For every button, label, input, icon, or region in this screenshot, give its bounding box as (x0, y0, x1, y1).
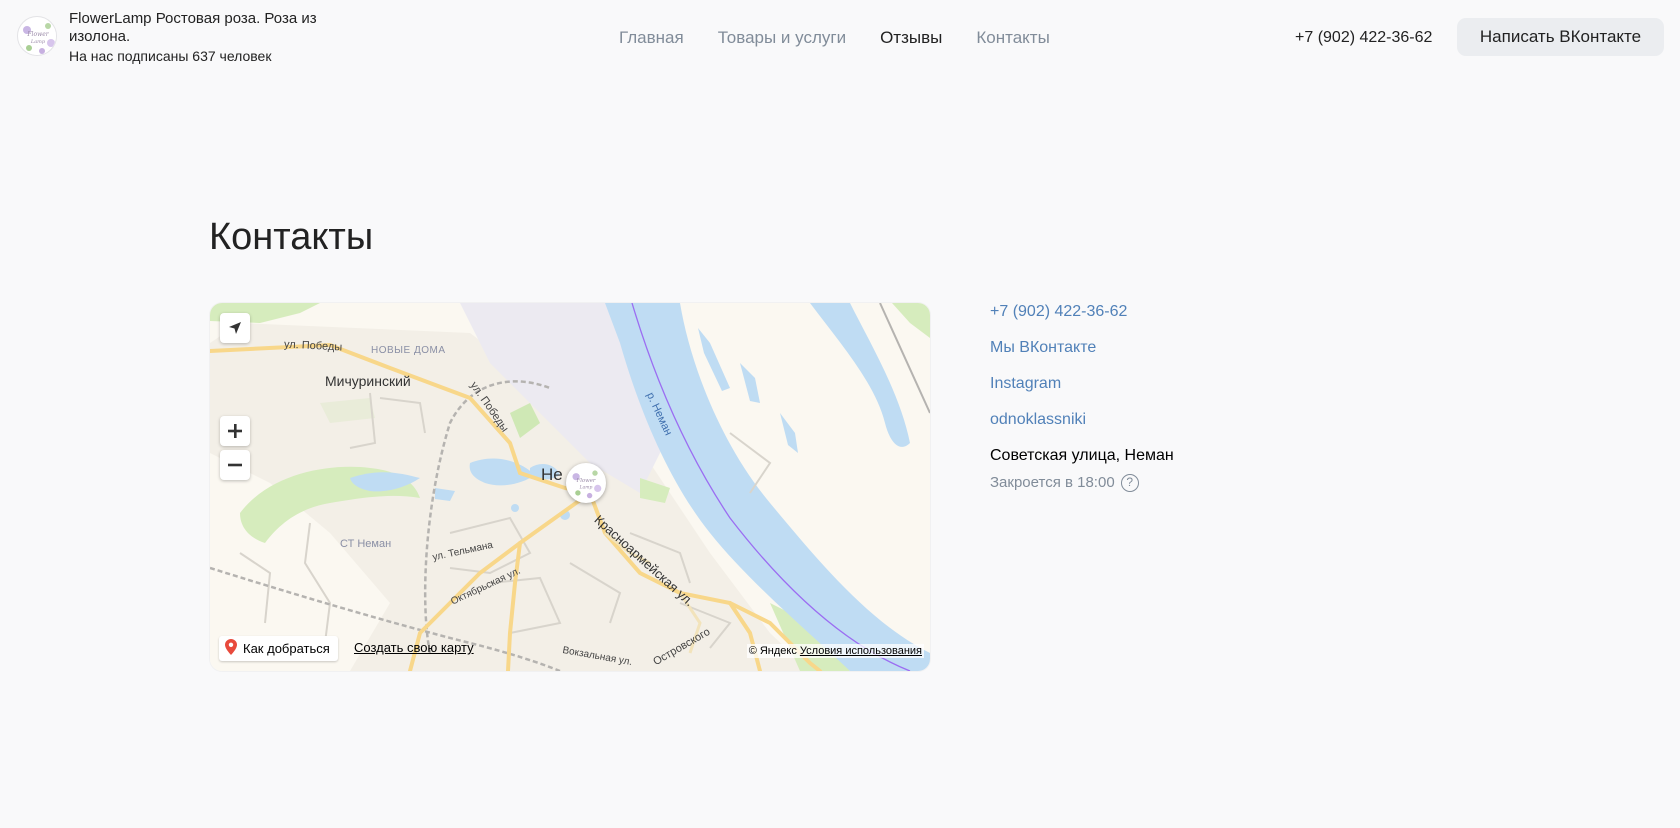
yandex-copyright: © Яндекс (748, 645, 797, 657)
map-label-city: Не (541, 465, 563, 484)
brand-block: FlowerLamp Ростовая роза. Роза из изолон… (69, 10, 369, 65)
create-map-link[interactable]: Создать свою карту (354, 640, 474, 655)
main-nav: Главная Товары и услуги Отзывы Контакты (619, 27, 1084, 49)
yandex-map[interactable]: ул. Победы НОВЫЕ ДОМА Мичуринский ул. По… (210, 303, 930, 671)
arrow-navigate-icon (227, 320, 243, 336)
svg-text:Flower: Flower (26, 31, 49, 38)
locate-button[interactable] (220, 313, 250, 343)
map-pin-icon (225, 639, 237, 658)
map-location-pin[interactable]: Flower Lamp (566, 463, 606, 503)
write-vk-button[interactable]: Написать ВКонтакте (1457, 18, 1664, 56)
zoom-out-button[interactable] (220, 450, 250, 480)
contact-phone-link[interactable]: +7 (902) 422-36-62 (990, 302, 1390, 322)
nav-item-products[interactable]: Товары и услуги (718, 27, 846, 49)
nav-item-home[interactable]: Главная (619, 27, 684, 49)
zoom-in-button[interactable] (220, 416, 250, 446)
contact-vk-link[interactable]: Мы ВКонтакте (990, 338, 1390, 358)
minus-icon (227, 457, 243, 473)
svg-text:Flower: Flower (575, 478, 595, 484)
contacts-panel: +7 (902) 422-36-62 Мы ВКонтакте Instagra… (990, 302, 1390, 493)
subscriber-count: На нас подписаны 637 человек (69, 48, 272, 64)
map-label-michurinsky: Мичуринский (325, 373, 411, 389)
header-phone[interactable]: +7 (902) 422-36-62 (1295, 28, 1432, 48)
nav-item-contacts[interactable]: Контакты (976, 27, 1049, 49)
route-label: Как добраться (243, 641, 330, 656)
contact-instagram-link[interactable]: Instagram (990, 374, 1390, 394)
svg-text:Lamp: Lamp (579, 484, 593, 490)
svg-text:Lamp: Lamp (30, 39, 46, 45)
contact-ok-link[interactable]: odnoklassniki (990, 410, 1390, 430)
terms-link[interactable]: Условия использования (800, 645, 922, 657)
plus-icon (227, 423, 243, 439)
brand-name[interactable]: FlowerLamp Ростовая роза. Роза из изолон… (69, 10, 369, 46)
question-circle-icon[interactable]: ? (1120, 474, 1139, 492)
opening-hours: Закроется в 18:00 ? (990, 473, 1390, 493)
contact-address: Советская улица, Неман (990, 447, 1174, 464)
nav-item-reviews[interactable]: Отзывы (880, 27, 942, 49)
map-copyright: © Яндекс Условия использования (746, 644, 924, 658)
site-header: Flower Lamp FlowerLamp Ростовая роза. Ро… (0, 0, 1680, 76)
map-label-new-district: НОВЫЕ ДОМА (371, 345, 446, 356)
map-label-st-neman: СТ Неман (340, 538, 392, 550)
route-button[interactable]: Как добраться (219, 636, 338, 661)
hours-text: Закроется в 18:00 (990, 474, 1115, 491)
page-title: Контакты (209, 216, 374, 258)
brand-logo[interactable]: Flower Lamp (17, 16, 57, 56)
